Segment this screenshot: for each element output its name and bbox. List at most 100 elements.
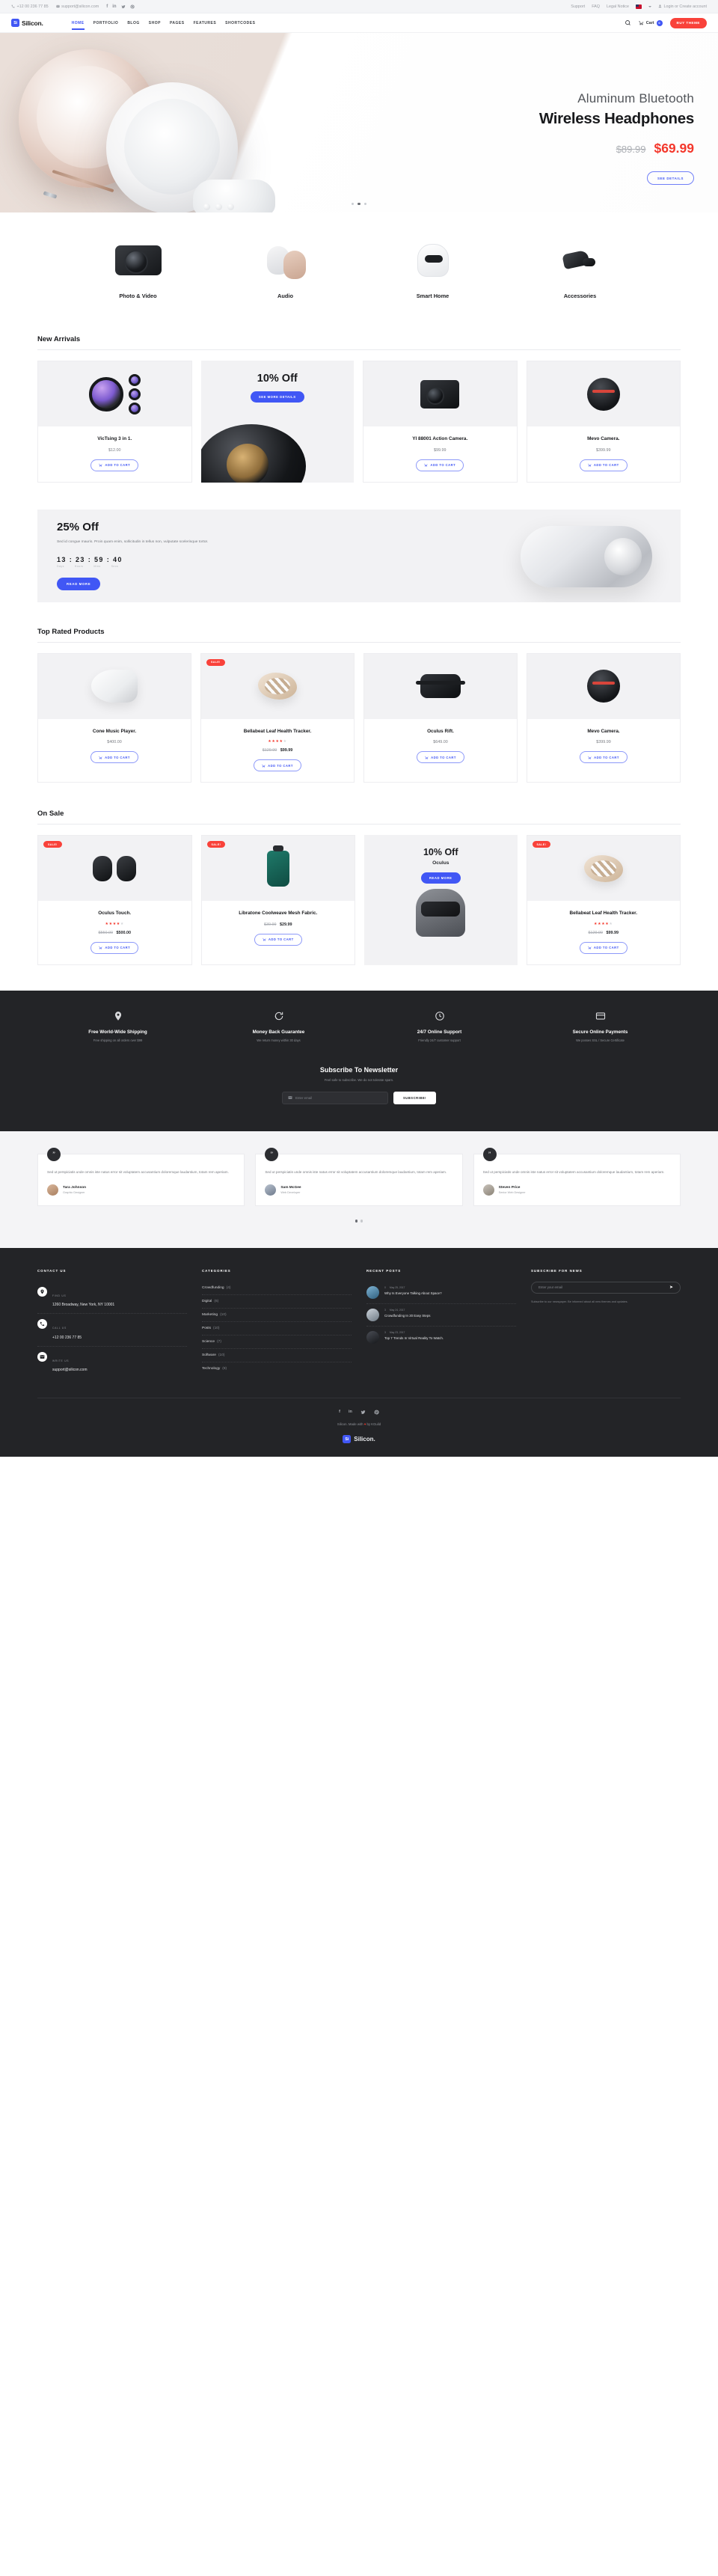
- linkedin-icon[interactable]: in: [349, 1410, 352, 1415]
- product-card[interactable]: Mevo Camera. $399.99 ADD TO CART: [526, 361, 681, 483]
- quote-icon: ”: [265, 1147, 279, 1161]
- facebook-icon[interactable]: f: [106, 4, 108, 9]
- footer-heading: SUBSCRIBE FOR NEWS: [531, 1268, 583, 1273]
- product-price: $12.00: [108, 447, 121, 453]
- refresh-icon: [206, 1010, 352, 1023]
- topbar-link-faq[interactable]: FAQ: [592, 4, 600, 9]
- buy-theme-button[interactable]: BUY THEME: [669, 17, 707, 28]
- footer-category-item[interactable]: Crowdfunding (4): [202, 1282, 352, 1295]
- product-card[interactable]: Oculus Rift. $649.00 ADD TO CART: [363, 652, 518, 783]
- newsletter-email-field[interactable]: Enter email: [281, 1091, 388, 1104]
- pinterest-icon[interactable]: [374, 1410, 379, 1415]
- newsletter-placeholder: Enter email: [295, 1095, 313, 1100]
- add-to-cart-label: ADD TO CART: [268, 937, 294, 942]
- sale-badge: SALE!: [206, 841, 226, 848]
- language-flag-icon[interactable]: [635, 4, 642, 9]
- add-to-cart-button[interactable]: ADD TO CART: [254, 933, 302, 946]
- nav-item-home[interactable]: HOME: [71, 16, 85, 30]
- send-arrow-icon[interactable]: ➤: [669, 1285, 673, 1290]
- nav-item-blog[interactable]: BLOG: [127, 16, 139, 30]
- footer-category-count: (10): [213, 1326, 220, 1330]
- product-card[interactable]: VicTsing 3 in 1. $12.00 ADD TO CART: [37, 361, 192, 483]
- promo-read-more-button[interactable]: READ MORE: [420, 872, 461, 884]
- nav-item-pages[interactable]: PAGES: [170, 16, 185, 30]
- footer-contact-value[interactable]: support@silicon.com: [52, 1367, 87, 1373]
- hero-slider-dots: [0, 202, 718, 205]
- pinterest-icon[interactable]: [130, 4, 135, 9]
- search-icon[interactable]: [625, 19, 631, 26]
- add-to-cart-button[interactable]: ADD TO CART: [416, 459, 464, 471]
- footer-category-item[interactable]: Marketing (10): [202, 1309, 352, 1322]
- footer-category-item[interactable]: Software (10): [202, 1349, 352, 1362]
- footer-post-item[interactable]: 3 May 24, 2017 Crowdfunding In 20 Easy S…: [366, 1304, 516, 1327]
- hero-dot-2[interactable]: [363, 202, 367, 205]
- topbar-phone[interactable]: +12 00 236 77 85: [11, 4, 49, 9]
- footer-category-item[interactable]: Digital (6): [202, 1295, 352, 1309]
- add-to-cart-button[interactable]: ADD TO CART: [90, 941, 139, 954]
- product-card[interactable]: Cone Music Player. $400.00 ADD TO CART: [37, 652, 191, 783]
- footer-categories-column: CATEGORIES Crowdfunding (4) Digital (6) Ma…: [202, 1269, 352, 1379]
- category-photo-video[interactable]: Photo & Video: [73, 238, 203, 299]
- newsletter-subscribe-button[interactable]: SUBSCRIBE!: [393, 1091, 437, 1104]
- footer-category-item[interactable]: Technology (8): [202, 1362, 352, 1375]
- product-card[interactable]: SALE! Oculus Touch. ★★★★★ $550.00 $500.0…: [37, 835, 192, 965]
- hero-dot-1[interactable]: [358, 202, 360, 205]
- footer-post-item[interactable]: 0 May 25, 2017 Why Is Everyone Talking A…: [366, 1282, 516, 1304]
- topbar-link-legal[interactable]: Legal Notice: [607, 4, 629, 9]
- facebook-icon[interactable]: f: [339, 1410, 340, 1415]
- account-link[interactable]: Login or Create account: [658, 4, 707, 9]
- product-old-price: $129.99: [262, 748, 277, 753]
- product-card[interactable]: SALE! Libratone Coolweave Mesh Fabric. $…: [200, 835, 355, 965]
- cart-button[interactable]: Cart 0: [639, 19, 663, 26]
- product-card[interactable]: SALE! Bellabeat Leaf Health Tracker. ★★★…: [200, 652, 355, 783]
- footer-category-item[interactable]: Posts (10): [202, 1322, 352, 1336]
- sale-badge: SALE!: [532, 841, 551, 848]
- add-to-cart-button[interactable]: ADD TO CART: [90, 459, 139, 471]
- add-to-cart-button[interactable]: ADD TO CART: [90, 751, 138, 764]
- promo-see-more-button[interactable]: SEE MORE DETAILS: [250, 391, 304, 403]
- footer-email-input[interactable]: Enter your email ➤: [531, 1281, 681, 1294]
- nav-item-portfolio[interactable]: PORTFOLIO: [93, 16, 119, 30]
- footer-category-item[interactable]: Science (7): [202, 1336, 352, 1349]
- banner-read-more-button[interactable]: READ MORE: [57, 577, 101, 590]
- product-card[interactable]: YI 88001 Action Camera. $99.99 ADD TO CA…: [363, 361, 518, 483]
- testimonial-dot-0[interactable]: [355, 1220, 358, 1223]
- product-card[interactable]: Mevo Camera. $399.99 ADD TO CART: [527, 652, 681, 783]
- twitter-icon[interactable]: [360, 1410, 366, 1415]
- add-to-cart-button[interactable]: ADD TO CART: [417, 751, 464, 764]
- nav-item-shortcodes[interactable]: SHORTCODES: [225, 16, 255, 30]
- banner-speaker-art: [521, 525, 652, 587]
- twitter-icon[interactable]: [121, 4, 126, 9]
- chevron-down-icon[interactable]: [648, 5, 651, 7]
- add-to-cart-button[interactable]: ADD TO CART: [580, 751, 628, 764]
- footer-contact-row: FIND US 1260 Broadway, New York, NY 1000…: [37, 1282, 187, 1315]
- site-logo[interactable]: Silicon.: [11, 19, 43, 27]
- product-price: $399.99: [596, 447, 611, 453]
- category-accessories[interactable]: Accessories: [515, 238, 645, 299]
- nav-item-features[interactable]: FEATURES: [194, 16, 217, 30]
- nav-item-shop[interactable]: SHOP: [149, 16, 161, 30]
- product-image: [38, 361, 191, 426]
- add-to-cart-label: ADD TO CART: [105, 463, 131, 468]
- footer-post-item[interactable]: 3 May 23, 2017 Top 7 Trends In Virtual R…: [366, 1327, 516, 1348]
- testimonial-card: ” Sed ut perspiciatis unde omnis iste na…: [255, 1147, 463, 1207]
- topbar-email[interactable]: support@silicon.com: [56, 4, 99, 9]
- promo-card-oculus[interactable]: 10% Off Oculus READ MORE: [364, 835, 518, 965]
- testimonial-dot-1[interactable]: [360, 1220, 363, 1223]
- footer-logo[interactable]: Si Silicon.: [37, 1435, 681, 1444]
- product-old-price: $129.99: [588, 930, 604, 935]
- hero-dot-0[interactable]: [351, 202, 355, 205]
- promo-card-10-off[interactable]: 10% Off SEE MORE DETAILS: [200, 361, 354, 483]
- utility-topbar: +12 00 236 77 85 support@silicon.com f i…: [0, 0, 718, 13]
- category-audio[interactable]: Audio: [220, 238, 351, 299]
- footer-contact-label: CALL US: [52, 1327, 67, 1330]
- add-to-cart-button[interactable]: ADD TO CART: [254, 759, 301, 772]
- category-smart-home[interactable]: Smart Home: [367, 238, 498, 299]
- add-to-cart-button[interactable]: ADD TO CART: [579, 941, 628, 954]
- add-to-cart-button[interactable]: ADD TO CART: [579, 459, 628, 471]
- footer-category-name: Software: [202, 1353, 216, 1357]
- product-card[interactable]: SALE! Bellabeat Leaf Health Tracker. ★★★…: [526, 835, 681, 965]
- hero-see-details-button[interactable]: SEE DETAILS: [646, 171, 694, 185]
- topbar-link-support[interactable]: Support: [571, 4, 585, 9]
- linkedin-icon[interactable]: in: [112, 4, 116, 9]
